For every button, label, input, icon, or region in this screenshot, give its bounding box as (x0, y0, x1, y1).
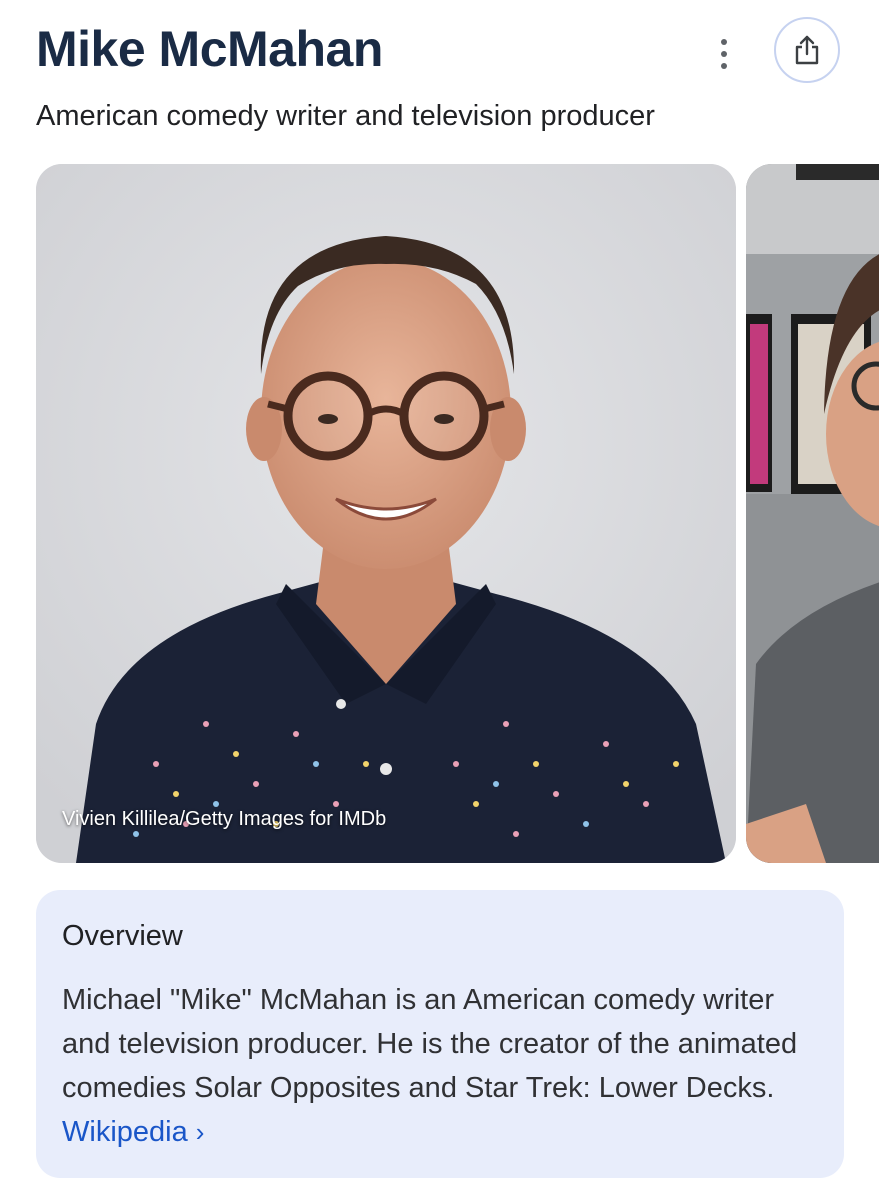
overview-heading: Overview (62, 920, 183, 952)
person-photo-main[interactable]: Vivien Killilea/Getty Images for IMDb (36, 164, 736, 863)
page-subtitle: American comedy writer and television pr… (36, 100, 655, 132)
overview-description-block: Michael "Mike" McMahan is an American co… (62, 978, 818, 1154)
share-icon (795, 35, 819, 65)
image-carousel[interactable]: Vivien Killilea/Getty Images for IMDb (36, 164, 879, 863)
page-title: Mike McMahan (36, 21, 383, 77)
knowledge-panel-header: Mike McMahan (36, 18, 879, 80)
chevron-right-icon: › (195, 1117, 205, 1147)
person-photo-secondary[interactable] (746, 164, 879, 863)
share-button[interactable] (774, 17, 840, 83)
wikipedia-link[interactable]: Wikipedia › (62, 1116, 204, 1148)
overview-card: Overview Michael "Mike" McMahan is an Am… (36, 890, 844, 1178)
overview-description: Michael "Mike" McMahan is an American co… (62, 984, 798, 1104)
wikipedia-link-label: Wikipedia (62, 1116, 188, 1148)
more-options-button[interactable] (704, 32, 744, 76)
more-vert-icon (721, 39, 727, 45)
secondary-image (746, 164, 879, 863)
portrait-image (36, 164, 736, 863)
image-credit-caption: Vivien Killilea/Getty Images for IMDb (62, 808, 387, 830)
